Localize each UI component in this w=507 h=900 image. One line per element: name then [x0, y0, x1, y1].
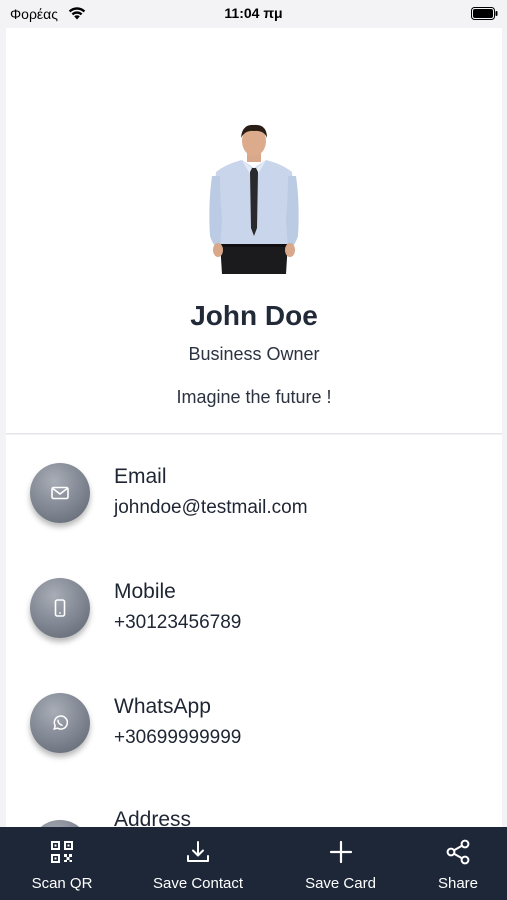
contact-item-mobile[interactable]: Mobile +30123456789: [6, 550, 502, 650]
business-card-screen: Φορέας 11:04 πμ John Doe Business Owner …: [0, 0, 507, 900]
contact-item-whatsapp[interactable]: WhatsApp +30699999999: [6, 665, 502, 765]
tab-scan-qr[interactable]: Scan QR: [0, 827, 124, 900]
qr-code-icon: [51, 841, 73, 863]
plus-icon: [329, 840, 352, 864]
tab-share[interactable]: Share: [409, 827, 507, 900]
mail-icon: [51, 486, 69, 500]
contact-value[interactable]: johndoe@testmail.com: [114, 497, 308, 519]
bottom-tab-bar: Scan QR Save Contact Save Card Share: [0, 827, 507, 900]
download-icon: [187, 841, 209, 862]
contact-item-email[interactable]: Email johndoe@testmail.com: [6, 435, 502, 535]
tab-label: Share: [437, 875, 479, 892]
contact-item-address[interactable]: Address: [6, 780, 502, 827]
clock: 11:04 πμ: [224, 5, 283, 21]
battery-icon: [471, 7, 498, 20]
status-bar: Φορέας 11:04 πμ: [0, 0, 507, 28]
phone-icon: [54, 599, 66, 617]
profile-role: Business Owner: [188, 344, 320, 364]
profile-photo: [209, 124, 299, 274]
tab-label: Save Contact: [152, 875, 244, 892]
contact-value[interactable]: +30699999999: [114, 727, 241, 749]
contact-label: Email: [114, 465, 167, 488]
profile-motto: Imagine the future !: [176, 387, 332, 407]
tab-save-card[interactable]: Save Card: [272, 827, 409, 900]
tab-label: Save Card: [305, 875, 376, 892]
tab-save-contact[interactable]: Save Contact: [124, 827, 272, 900]
contact-label: Address: [114, 808, 192, 827]
tab-label: Scan QR: [31, 875, 93, 892]
contact-value[interactable]: +30123456789: [114, 612, 241, 634]
contact-icon-button[interactable]: [30, 578, 90, 638]
whatsapp-icon: [53, 715, 69, 731]
profile-card: John Doe Business Owner Imagine the futu…: [6, 28, 502, 434]
contact-list: Email johndoe@testmail.com Mobile +30123…: [6, 435, 502, 827]
contact-icon-button[interactable]: [30, 693, 90, 753]
contact-icon-button[interactable]: [30, 463, 90, 523]
contact-label: Mobile: [114, 580, 176, 603]
profile-name: John Doe: [190, 300, 318, 331]
contact-label: WhatsApp: [114, 695, 211, 718]
contact-icon-button[interactable]: [30, 820, 90, 827]
share-icon: [446, 839, 470, 865]
